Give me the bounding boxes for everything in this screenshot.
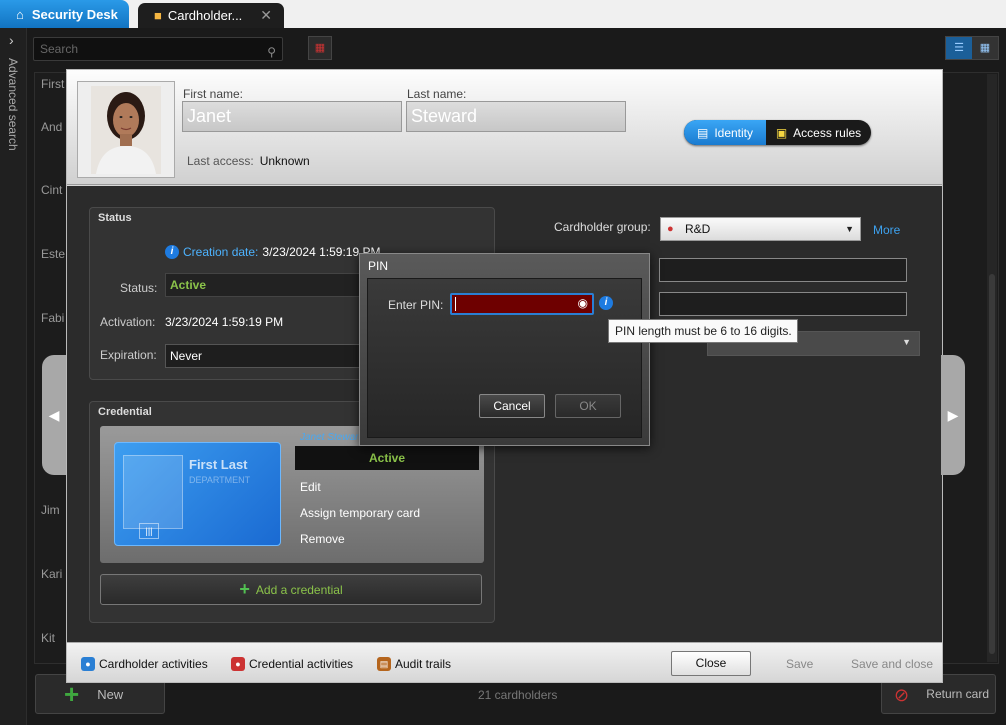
tab-cardholder[interactable]: ■ Cardholder... ✕ bbox=[138, 3, 284, 28]
list-item[interactable]: Kari bbox=[41, 567, 62, 581]
tile-view-icon[interactable]: ▦ bbox=[972, 37, 998, 59]
access-rules-tab[interactable]: ▣ Access rules bbox=[766, 120, 871, 145]
activation-label: Activation: bbox=[100, 315, 156, 329]
creation-date: i Creation date: 3/23/2024 1:59:19 PM bbox=[165, 245, 380, 259]
assign-temp-card-link[interactable]: Assign temporary card bbox=[300, 506, 420, 520]
identity-tab[interactable]: ▤ Identity bbox=[684, 120, 766, 145]
audit-trails-icon: ▤ bbox=[377, 657, 391, 671]
status-label: Status: bbox=[120, 281, 158, 295]
more-link[interactable]: More bbox=[873, 223, 900, 237]
enter-pin-label: Enter PIN: bbox=[388, 298, 444, 312]
remove-credential-link[interactable]: Remove bbox=[300, 532, 345, 546]
text-caret bbox=[455, 297, 456, 311]
prev-cardholder-button[interactable]: ◀ bbox=[42, 355, 66, 475]
first-name-label: First name: bbox=[183, 87, 244, 101]
list-view-icon[interactable]: ☰ bbox=[946, 37, 972, 59]
custom-field-2[interactable] bbox=[659, 292, 907, 316]
cancel-button[interactable]: Cancel bbox=[479, 394, 545, 418]
return-card-icon: ⊘ bbox=[894, 685, 910, 705]
first-name-field[interactable]: Janet bbox=[182, 101, 402, 132]
list-item[interactable]: Jim bbox=[41, 503, 60, 517]
eye-icon[interactable]: ◉ bbox=[578, 296, 588, 310]
plus-icon: + bbox=[239, 579, 250, 599]
group-icon: ● bbox=[667, 223, 674, 235]
barcode-icon: ||| bbox=[139, 523, 159, 539]
credential-card-area: First Last DEPARTMENT ||| Janet Steward … bbox=[100, 426, 484, 563]
chevron-right-icon: ▶ bbox=[947, 407, 959, 423]
list-item[interactable]: And bbox=[41, 120, 62, 134]
custom-field-1[interactable] bbox=[659, 258, 907, 282]
pin-tooltip: PIN length must be 6 to 16 digits. bbox=[608, 319, 798, 343]
identity-icon: ▤ bbox=[696, 125, 709, 140]
filter-button[interactable]: ▦ bbox=[308, 36, 332, 60]
dialog-footer: ● Cardholder activities ● Credential act… bbox=[67, 642, 942, 682]
activation-value: 3/23/2024 1:59:19 PM bbox=[165, 315, 284, 329]
view-toggle[interactable]: ☰ ▦ bbox=[945, 36, 999, 60]
list-item[interactable]: Kit bbox=[41, 631, 55, 645]
tab-bar: ⌂ Security Desk ■ Cardholder... ✕ bbox=[0, 0, 1006, 28]
audit-trails-link[interactable]: ▤ Audit trails bbox=[377, 657, 451, 671]
tab-label: Security Desk bbox=[31, 6, 118, 22]
last-name-field[interactable]: Steward bbox=[406, 101, 626, 132]
view-segment: ▤ Identity ▣ Access rules bbox=[684, 120, 871, 145]
dialog-header: First name: Last name: Janet Steward Las… bbox=[67, 70, 942, 185]
scrollbar[interactable] bbox=[987, 74, 997, 662]
credential-panel-title: Credential bbox=[98, 406, 152, 418]
credential-status: Active bbox=[295, 446, 479, 470]
status-select[interactable]: Active bbox=[165, 273, 375, 297]
cardholder-count: 21 cardholders bbox=[478, 688, 558, 702]
save-button[interactable]: Save bbox=[786, 657, 813, 671]
plus-icon: + bbox=[64, 678, 80, 709]
expiration-label: Expiration: bbox=[100, 348, 157, 362]
info-icon[interactable]: i bbox=[599, 296, 613, 310]
access-rules-icon: ▣ bbox=[775, 125, 788, 140]
list-item[interactable]: Este bbox=[41, 247, 65, 261]
credential-activities-icon: ● bbox=[231, 657, 245, 671]
cardholder-group-select[interactable]: ● R&D ▼ bbox=[660, 217, 861, 241]
expiration-select[interactable]: Never bbox=[165, 344, 375, 368]
chevron-down-icon: ▼ bbox=[902, 337, 911, 347]
chevron-down-icon: ▼ bbox=[845, 224, 854, 234]
search-input[interactable]: Search ⚲ bbox=[33, 37, 283, 61]
credential-owner: Janet Steward bbox=[300, 432, 364, 443]
cardholder-activities-link[interactable]: ● Cardholder activities bbox=[81, 657, 208, 671]
search-icon: ⚲ bbox=[267, 45, 276, 59]
close-icon[interactable]: ✕ bbox=[260, 7, 272, 24]
list-item[interactable]: Cint bbox=[41, 183, 62, 197]
chevron-left-icon: ◀ bbox=[48, 407, 60, 423]
pin-dialog-title: PIN bbox=[368, 259, 389, 273]
credential-activities-link[interactable]: ● Credential activities bbox=[231, 657, 353, 671]
status-panel-title: Status bbox=[98, 212, 132, 224]
last-access: Last access: Unknown bbox=[187, 154, 310, 168]
close-button[interactable]: Close bbox=[671, 651, 751, 676]
tab-security-desk[interactable]: ⌂ Security Desk bbox=[0, 0, 129, 28]
cardholder-icon: ■ bbox=[154, 8, 162, 23]
cardholder-group-label: Cardholder group: bbox=[554, 220, 651, 234]
cardholder-photo[interactable] bbox=[77, 81, 175, 178]
pin-dialog-content: Enter PIN: ◉ i Cancel OK bbox=[367, 278, 642, 438]
chevron-right-icon[interactable]: › bbox=[9, 32, 14, 48]
credential-card-image[interactable]: First Last DEPARTMENT ||| bbox=[114, 442, 281, 546]
ok-button[interactable]: OK bbox=[555, 394, 621, 418]
tab-label: Cardholder... bbox=[167, 8, 243, 23]
cardholder-activities-icon: ● bbox=[81, 657, 95, 671]
scrollbar-thumb[interactable] bbox=[989, 274, 995, 654]
home-icon: ⌂ bbox=[16, 6, 24, 22]
list-item[interactable]: Fabi bbox=[41, 311, 64, 325]
list-header: First bbox=[41, 77, 65, 91]
last-name-label: Last name: bbox=[407, 87, 467, 101]
add-credential-button[interactable]: + Add a credential bbox=[100, 574, 482, 605]
card-photo-placeholder bbox=[123, 455, 183, 529]
advanced-search-strip[interactable]: › Advanced search bbox=[0, 28, 27, 725]
edit-credential-link[interactable]: Edit bbox=[300, 480, 321, 494]
save-and-close-button[interactable]: Save and close bbox=[851, 657, 933, 671]
portrait-image bbox=[91, 86, 161, 174]
pin-dialog: PIN Enter PIN: ◉ i Cancel OK bbox=[359, 253, 650, 446]
info-icon: i bbox=[165, 245, 179, 259]
next-cardholder-button[interactable]: ▶ bbox=[941, 355, 965, 475]
advanced-search-label: Advanced search bbox=[6, 58, 20, 151]
pin-input[interactable]: ◉ bbox=[450, 293, 594, 315]
